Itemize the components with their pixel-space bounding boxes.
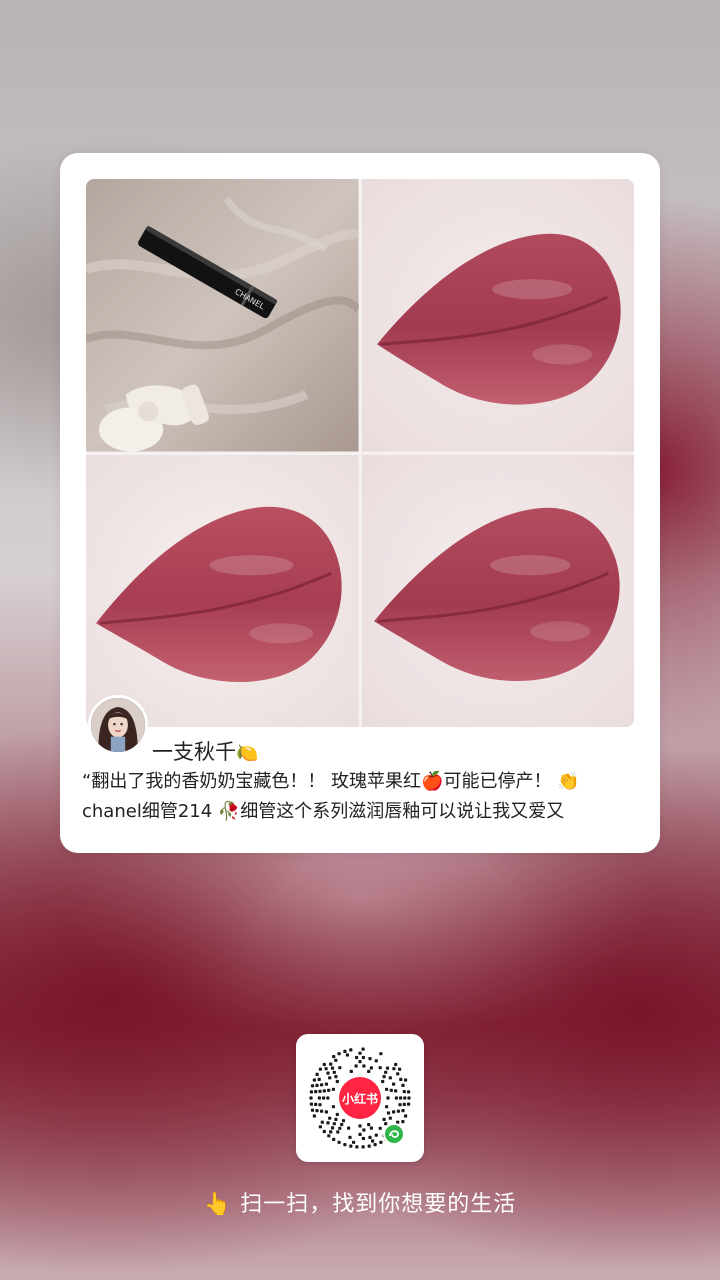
lemon-icon: 🍋 bbox=[236, 743, 259, 764]
lipstick-product-image: CHANEL bbox=[86, 179, 359, 452]
author-name-row[interactable]: 一支秋千🍋 bbox=[152, 736, 258, 766]
post-card[interactable]: CHANEL 一支秋千🍋 “翻出了我的香奶奶宝藏色！！ 玫瑰苹果红🍎可能已停产！… bbox=[60, 153, 660, 853]
author-name[interactable]: 一支秋千 bbox=[152, 740, 236, 764]
lip-swatch-3[interactable] bbox=[361, 454, 634, 727]
lip-swatch-2[interactable] bbox=[86, 454, 359, 727]
qr-code: 小红书 bbox=[309, 1047, 411, 1149]
lip-swatch-1[interactable] bbox=[361, 179, 634, 452]
description-line-1: “翻出了我的香奶奶宝藏色！！ 玫瑰苹果红🍎可能已停产！ 👏 bbox=[82, 771, 580, 792]
mini-program-icon bbox=[385, 1125, 403, 1143]
lip-swatch-image bbox=[361, 179, 634, 452]
author-avatar[interactable] bbox=[88, 695, 148, 755]
post-description: “翻出了我的香奶奶宝藏色！！ 玫瑰苹果红🍎可能已停产！ 👏 chanel细管21… bbox=[82, 767, 642, 827]
qr-logo-text: 小红书 bbox=[342, 1091, 378, 1106]
share-poster: CHANEL 一支秋千🍋 “翻出了我的香奶奶宝藏色！！ 玫瑰苹果红🍎可能已停产！… bbox=[0, 0, 720, 1280]
lip-swatch-image bbox=[361, 454, 634, 727]
qr-code-card[interactable]: 小红书 bbox=[296, 1034, 424, 1162]
scan-slogan: 👆 扫一扫，找到你想要的生活 bbox=[0, 1186, 720, 1218]
avatar-image bbox=[91, 698, 145, 752]
description-line-2: chanel细管214 🥀细管这个系列滋润唇釉可以说让我又爱又 bbox=[82, 801, 565, 822]
pointing-hand-icon: 👆 bbox=[203, 1192, 233, 1217]
slogan-text: 扫一扫，找到你想要的生活 bbox=[240, 1192, 517, 1217]
chanel-lipstick-photo[interactable]: CHANEL bbox=[86, 179, 359, 452]
lip-swatch-image bbox=[86, 454, 359, 727]
image-grid: CHANEL bbox=[86, 179, 634, 727]
